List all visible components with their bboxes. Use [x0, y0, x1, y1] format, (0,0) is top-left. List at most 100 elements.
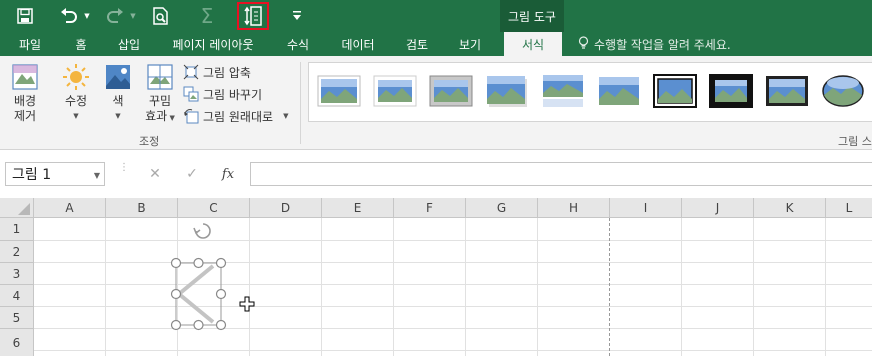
- group-separator: [300, 62, 301, 144]
- compress-pictures-button[interactable]: 그림 압축: [183, 62, 251, 82]
- artistic-effects-icon: [147, 64, 173, 90]
- select-all-button[interactable]: [0, 198, 34, 218]
- resize-handle: [193, 319, 204, 331]
- column-header[interactable]: L: [826, 198, 872, 218]
- row-header[interactable]: 4: [0, 285, 34, 307]
- corrections-button[interactable]: 수정 ▼: [58, 62, 94, 124]
- row-header[interactable]: 1: [0, 218, 34, 241]
- tab-file[interactable]: 파일: [6, 32, 54, 56]
- column-header[interactable]: I: [610, 198, 682, 218]
- picture-style-beveled[interactable]: [373, 73, 417, 109]
- picture-style-oval[interactable]: [821, 73, 865, 109]
- row-header[interactable]: 2: [0, 241, 34, 263]
- cancel-entry-button[interactable]: ✕: [141, 162, 169, 186]
- tab-data[interactable]: 데이터: [330, 32, 386, 56]
- grid-line: [34, 262, 872, 263]
- sum-icon[interactable]: Σ: [196, 4, 218, 28]
- resize-handle: [193, 257, 204, 269]
- column-header[interactable]: F: [394, 198, 466, 218]
- corrections-dropdown-icon: ▼: [73, 112, 79, 120]
- formula-bar-resize-handle[interactable]: ⋮: [119, 163, 129, 173]
- customize-qat-icon[interactable]: [290, 5, 304, 27]
- sun-icon: [63, 64, 89, 90]
- remove-background-button[interactable]: 배경 제거: [6, 62, 44, 124]
- reset-picture-label: 그림 원래대로: [203, 109, 274, 124]
- print-preview-icon[interactable]: [150, 5, 172, 27]
- formula-input[interactable]: [250, 162, 872, 186]
- picture-style-thick-matte-black[interactable]: [709, 73, 753, 109]
- picture-style-double-frame-black[interactable]: [653, 73, 697, 109]
- tab-page-layout[interactable]: 페이지 레이아웃: [160, 32, 266, 56]
- resize-handle: [170, 319, 182, 331]
- column-header[interactable]: B: [106, 198, 178, 218]
- page-break-line: [609, 218, 610, 356]
- remove-background-icon: [12, 64, 38, 90]
- row-header[interactable]: 3: [0, 263, 34, 285]
- row-header[interactable]: 6: [0, 329, 34, 356]
- color-label: 색: [112, 94, 124, 108]
- change-picture-icon: [183, 86, 199, 102]
- undo-icon[interactable]: [58, 5, 80, 27]
- reset-picture-button[interactable]: 그림 원래대로 ▼: [183, 106, 288, 126]
- save-icon[interactable]: [14, 5, 36, 27]
- redo-dropdown-icon[interactable]: ▼: [128, 5, 138, 27]
- chevron-left-icon: [175, 264, 215, 324]
- size-with-cells-icon[interactable]: [237, 2, 269, 30]
- grid-line: [681, 218, 682, 356]
- grid-line: [825, 218, 826, 356]
- picture-style-soft-edge[interactable]: [597, 73, 641, 109]
- name-box-value: 그림 1: [12, 167, 52, 183]
- color-button[interactable]: 색 ▼: [100, 62, 136, 124]
- column-header[interactable]: K: [754, 198, 826, 218]
- column-header[interactable]: H: [538, 198, 610, 218]
- tab-insert[interactable]: 삽입: [108, 32, 150, 56]
- remove-background-label-1: 배경: [13, 94, 37, 108]
- tab-view[interactable]: 보기: [448, 32, 492, 56]
- artistic-effects-label-1: 꾸밈: [148, 94, 172, 108]
- reset-picture-dropdown-icon[interactable]: ▼: [283, 112, 288, 120]
- column-header[interactable]: G: [466, 198, 538, 218]
- column-header[interactable]: D: [250, 198, 322, 218]
- change-picture-button[interactable]: 그림 바꾸기: [183, 84, 262, 104]
- formula-bar: 그림 1 ▼ ⋮ ✕ ✓ fx: [0, 151, 872, 198]
- artistic-effects-button[interactable]: 꾸밈 효과 ▼: [140, 62, 180, 126]
- picture-tools-title: 그림 도구: [500, 0, 564, 32]
- picture-style-drop-shadow[interactable]: [485, 73, 529, 109]
- enter-entry-button[interactable]: ✓: [178, 162, 206, 186]
- picture-style-simple-frame-black[interactable]: [765, 73, 809, 109]
- tab-home[interactable]: 홈: [64, 32, 98, 56]
- selected-picture[interactable]: [165, 218, 235, 334]
- column-header[interactable]: E: [322, 198, 394, 218]
- picture-style-simple-frame[interactable]: [317, 73, 361, 109]
- column-header[interactable]: C: [178, 198, 250, 218]
- change-picture-label: 그림 바꾸기: [203, 87, 263, 102]
- undo-dropdown-icon[interactable]: ▼: [82, 5, 92, 27]
- ribbon-tab-bar: 파일 홈 삽입 페이지 레이아웃 수식 데이터 검토 보기 서식 수행할 작업을…: [0, 32, 872, 56]
- worksheet-grid[interactable]: A B C D E F G H I J K L 1 2 3 4 5 6: [0, 198, 872, 356]
- tab-review[interactable]: 검토: [396, 32, 438, 56]
- grid-line: [537, 218, 538, 356]
- tab-format[interactable]: 서식: [504, 32, 562, 56]
- name-box-dropdown-icon[interactable]: ▼: [94, 171, 100, 180]
- lightbulb-icon: [578, 35, 589, 53]
- tell-me-box[interactable]: 수행할 작업을 알려 주세요.: [578, 32, 731, 56]
- resize-handle: [215, 319, 227, 331]
- grid-line: [34, 284, 872, 285]
- row-header[interactable]: 5: [0, 307, 34, 329]
- picture-style-reflected[interactable]: [541, 73, 585, 109]
- grid-line: [321, 218, 322, 356]
- picture-styles-group-label: 그림 스: [838, 135, 872, 148]
- name-box[interactable]: 그림 1 ▼: [5, 162, 105, 186]
- tab-formulas[interactable]: 수식: [276, 32, 320, 56]
- resize-handle: [215, 288, 227, 300]
- grid-line: [34, 328, 872, 329]
- insert-function-button[interactable]: fx: [214, 162, 242, 186]
- grid-line: [105, 218, 106, 356]
- picture-style-metal-frame[interactable]: [429, 73, 473, 109]
- compress-pictures-icon: [183, 64, 199, 80]
- resize-handle: [215, 257, 227, 269]
- column-header[interactable]: J: [682, 198, 754, 218]
- column-header[interactable]: A: [34, 198, 106, 218]
- artistic-effects-label-2-text: 효과: [145, 109, 168, 123]
- redo-icon[interactable]: [104, 5, 126, 27]
